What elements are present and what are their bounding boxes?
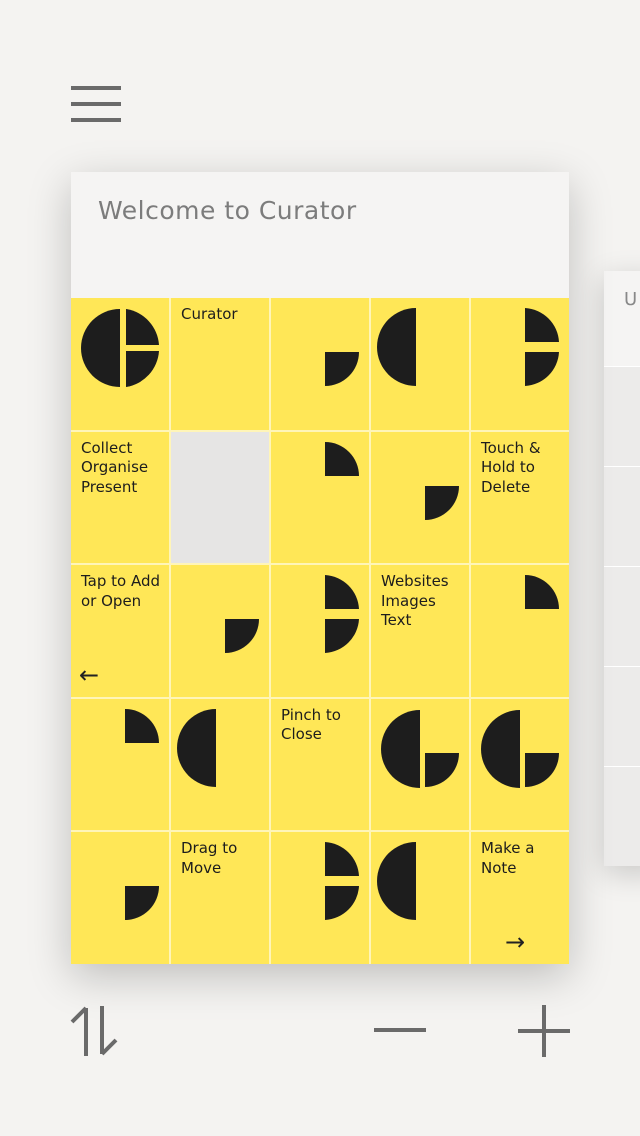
arrow-left-icon[interactable]: ← bbox=[79, 663, 99, 687]
quarter-circle-icon bbox=[425, 485, 459, 520]
quarter-circle-icon bbox=[225, 619, 259, 654]
next-board-row bbox=[604, 366, 640, 466]
tile-shape[interactable] bbox=[371, 698, 469, 831]
tile-shape[interactable] bbox=[171, 698, 269, 831]
curator-g-icon bbox=[381, 709, 459, 788]
menu-line bbox=[71, 102, 121, 106]
tile-logo[interactable] bbox=[71, 298, 169, 430]
tile-shape[interactable] bbox=[71, 832, 169, 964]
tile-label: Make a Note bbox=[481, 839, 535, 877]
next-board-card[interactable]: U bbox=[604, 271, 640, 866]
tile-shape[interactable] bbox=[371, 832, 469, 964]
tile-label: Collect Organise Present bbox=[81, 438, 149, 496]
next-board-row bbox=[604, 766, 640, 866]
tile-label: Pinch to Close bbox=[281, 705, 341, 744]
tile-collect[interactable]: Collect Organise Present bbox=[71, 431, 169, 564]
tile-drag[interactable]: Drag to Move bbox=[171, 832, 269, 964]
tile-label: Websites Images Text bbox=[381, 572, 449, 630]
tile-curator[interactable]: Curator bbox=[171, 298, 269, 430]
curator-g-icon bbox=[481, 709, 559, 788]
tile-shape[interactable] bbox=[371, 431, 469, 564]
next-board-row bbox=[604, 566, 640, 666]
tile-label: Drag to Move bbox=[181, 839, 238, 877]
next-board-header: U bbox=[604, 271, 640, 366]
tile-label: Touch & Hold to Delete bbox=[481, 438, 541, 496]
hamburger-icon[interactable] bbox=[68, 82, 124, 126]
half-circle-icon bbox=[377, 308, 416, 386]
quarter-circle-icon bbox=[125, 886, 159, 921]
tile-empty[interactable] bbox=[171, 431, 269, 564]
tile-shape[interactable] bbox=[271, 832, 369, 964]
tile-make-note[interactable]: Make a Note → bbox=[471, 832, 569, 964]
tile-shape[interactable] bbox=[271, 565, 369, 697]
quarter-circle-icon bbox=[325, 352, 359, 386]
tile-shape[interactable] bbox=[471, 698, 569, 831]
tile-label: Curator bbox=[181, 305, 238, 323]
tile-label: Tap to Add or Open bbox=[81, 572, 161, 610]
board-card[interactable]: Welcome to Curator Curator Collect Organ… bbox=[71, 172, 569, 964]
half-circle-icon bbox=[377, 842, 416, 921]
split-half-circle-icon bbox=[325, 842, 359, 921]
quarter-circle-icon bbox=[525, 575, 559, 610]
next-board-title: U bbox=[624, 289, 639, 310]
curator-logo-icon bbox=[81, 309, 159, 387]
tile-shape[interactable] bbox=[471, 565, 569, 697]
quarter-circle-icon bbox=[125, 708, 159, 743]
board-header: Welcome to Curator bbox=[71, 172, 569, 298]
tile-websites[interactable]: Websites Images Text bbox=[371, 565, 469, 697]
quarter-circle-icon bbox=[325, 441, 359, 476]
tile-grid: Curator Collect Organise Present Touch &… bbox=[71, 298, 569, 964]
plus-icon[interactable] bbox=[516, 1004, 572, 1058]
minus-icon[interactable] bbox=[372, 1026, 428, 1034]
tile-shape[interactable] bbox=[271, 298, 369, 430]
tile-shape[interactable] bbox=[71, 698, 169, 831]
board-title: Welcome to Curator bbox=[98, 196, 357, 225]
next-board-row bbox=[604, 466, 640, 566]
half-circle-icon bbox=[177, 708, 216, 787]
arrow-right-icon[interactable]: → bbox=[505, 930, 525, 954]
tile-shape[interactable] bbox=[371, 298, 469, 430]
tile-shape[interactable] bbox=[271, 431, 369, 564]
tile-pinch[interactable]: Pinch to Close bbox=[271, 698, 369, 831]
tile-touch-hold[interactable]: Touch & Hold to Delete bbox=[471, 431, 569, 564]
menu-line bbox=[71, 86, 121, 90]
next-board-row bbox=[604, 666, 640, 766]
tile-tap-add[interactable]: Tap to Add or Open ← bbox=[71, 565, 169, 697]
tile-shape[interactable] bbox=[471, 298, 569, 430]
tile-shape[interactable] bbox=[171, 565, 269, 697]
split-half-circle-icon bbox=[525, 308, 559, 386]
sort-arrows-icon[interactable] bbox=[66, 1002, 126, 1060]
menu-line bbox=[71, 118, 121, 122]
split-half-circle-icon bbox=[325, 575, 359, 654]
